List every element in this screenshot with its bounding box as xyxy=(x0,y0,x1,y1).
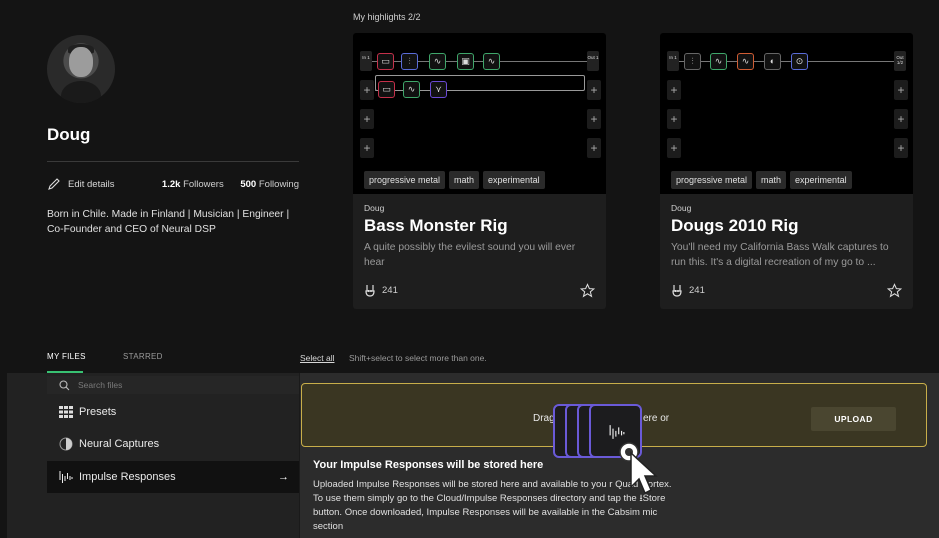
followers-stat[interactable]: 1.2k Followers xyxy=(162,179,224,190)
add-block-icon: + xyxy=(667,138,681,158)
arrow-right-icon: → xyxy=(278,471,289,483)
add-block-icon: + xyxy=(894,109,908,129)
capture-icon xyxy=(59,437,73,451)
card-title[interactable]: Dougs 2010 Rig xyxy=(671,216,799,236)
output-port: Out 1/2 xyxy=(894,51,906,71)
following-count: 500 xyxy=(240,179,257,190)
edit-details-button[interactable]: Edit details xyxy=(47,177,114,191)
edit-details-label: Edit details xyxy=(68,178,115,190)
add-block-icon: + xyxy=(894,80,908,100)
upload-button[interactable]: UPLOAD xyxy=(811,407,896,431)
tag[interactable]: experimental xyxy=(790,171,852,189)
sidebar-item-neural-captures[interactable]: Neural Captures xyxy=(47,428,299,460)
grid-icon xyxy=(59,406,73,418)
likes[interactable]: 241 xyxy=(671,284,705,297)
sidebar-item-presets[interactable]: Presets xyxy=(47,396,299,428)
likes[interactable]: 241 xyxy=(364,284,398,297)
add-block-icon: + xyxy=(894,138,908,158)
card-author[interactable]: Doug xyxy=(364,203,384,213)
add-block-icon: + xyxy=(667,109,681,129)
sidebar-item-label: Neural Captures xyxy=(79,438,160,450)
profile-stats: 1.2k Followers 500 Following xyxy=(162,179,299,190)
rock-hand-icon xyxy=(365,285,375,297)
drop-text: Drag xyxy=(533,413,555,424)
highlights-title: My highlights 2/2 xyxy=(353,12,421,22)
mod-block-icon: ∿ xyxy=(483,53,500,70)
card-title[interactable]: Bass Monster Rig xyxy=(364,216,508,236)
add-block-icon: + xyxy=(667,80,681,100)
signal-chain-preview: In 1 Out 1 ▭ ⫶ ∿ ▣ ∿ + + ▭ ∿ ⋎ + + + + p… xyxy=(353,33,606,194)
signal-chain-preview: In 1 Out 1/2 ⫶ ∿ ∿ ◐ ⊙ + + + + + + progr… xyxy=(660,33,913,194)
tag-list: progressive metal math experimental xyxy=(364,171,545,189)
select-all-link[interactable]: Select all xyxy=(300,353,335,363)
followers-count: 1.2k xyxy=(161,179,181,190)
filter-block-icon: ∿ xyxy=(710,53,727,70)
star-icon[interactable] xyxy=(580,283,595,298)
drag-cursor-icon xyxy=(619,442,658,495)
profile-bio: Born in Chile. Made in Finland | Musicia… xyxy=(47,209,290,235)
add-block-icon: + xyxy=(587,80,601,100)
card-description: A quite possibly the evilest sound you w… xyxy=(364,242,576,268)
avatar xyxy=(47,35,115,103)
card-author[interactable]: Doug xyxy=(671,203,691,213)
impulse-response-icon xyxy=(59,471,73,483)
add-block-icon: + xyxy=(360,138,374,158)
output-port: Out 1 xyxy=(587,51,599,71)
following-stat[interactable]: 500 Following xyxy=(240,179,299,190)
tag[interactable]: experimental xyxy=(483,171,545,189)
search-placeholder: Search files xyxy=(78,380,123,390)
tab-starred[interactable]: STARRED xyxy=(123,352,163,361)
preset-card[interactable]: In 1 Out 1/2 ⫶ ∿ ∿ ◐ ⊙ + + + + + + progr… xyxy=(660,33,913,309)
sidebar-item-label: Presets xyxy=(79,406,117,418)
sidebar-item-impulse-responses[interactable]: Impulse Responses → xyxy=(47,461,299,493)
ir-block-icon: ⋎ xyxy=(430,81,447,98)
tag[interactable]: progressive metal xyxy=(671,171,753,189)
preset-card[interactable]: In 1 Out 1 ▭ ⫶ ∿ ▣ ∿ + + ▭ ∿ ⋎ + + + + p… xyxy=(353,33,606,309)
input-port: In 1 xyxy=(360,51,372,71)
sidebar-item-label: Impulse Responses xyxy=(79,471,176,483)
input-port: In 1 xyxy=(667,51,679,71)
following-label: Following xyxy=(258,179,299,190)
tab-my-files[interactable]: MY FILES xyxy=(47,352,86,361)
select-hint: Shift+select to select more than one. xyxy=(349,353,487,363)
card-description: You'll need my California Bass Walk capt… xyxy=(671,242,889,268)
eq-block-icon: ⫶ xyxy=(401,53,418,70)
amp-block-icon: ▭ xyxy=(377,53,394,70)
filter-block-icon: ∿ xyxy=(403,81,420,98)
sidebar-divider xyxy=(299,373,300,538)
tag[interactable]: progressive metal xyxy=(364,171,446,189)
followers-label: Followers xyxy=(183,179,224,190)
likes-count: 241 xyxy=(382,285,398,296)
rock-hand-icon xyxy=(672,285,682,297)
profile-divider xyxy=(47,161,299,162)
pencil-icon xyxy=(48,178,60,190)
search-input[interactable]: Search files xyxy=(47,376,299,394)
likes-count: 241 xyxy=(689,285,705,296)
filter-block-icon: ∿ xyxy=(429,53,446,70)
info-title: Your Impulse Responses will be stored he… xyxy=(313,459,544,471)
impulse-response-icon xyxy=(609,425,625,439)
tag-list: progressive metal math experimental xyxy=(671,171,852,189)
drive-block-icon: ∿ xyxy=(737,53,754,70)
tag[interactable]: math xyxy=(756,171,787,189)
amp-block-icon: ▭ xyxy=(378,81,395,98)
add-block-icon: + xyxy=(587,109,601,129)
add-block-icon: + xyxy=(360,80,374,100)
drop-text: ere or xyxy=(643,413,670,424)
tag[interactable]: math xyxy=(449,171,480,189)
capture-block-icon: ◐ xyxy=(764,53,781,70)
add-block-icon: + xyxy=(587,138,601,158)
compressor-block-icon: ⫶ xyxy=(684,53,701,70)
profile-name: Doug xyxy=(47,125,91,144)
star-icon[interactable] xyxy=(887,283,902,298)
search-icon xyxy=(59,379,70,390)
add-block-icon: + xyxy=(360,109,374,129)
cab-block-icon: ▣ xyxy=(457,53,474,70)
utility-block-icon: ⊙ xyxy=(791,53,808,70)
